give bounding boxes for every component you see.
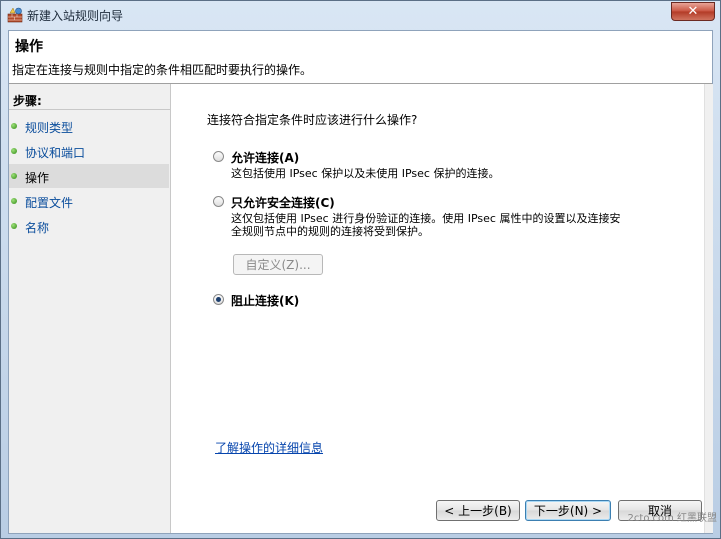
sidebar-item-profile[interactable]: 配置文件 — [9, 189, 169, 213]
steps-sidebar: 步骤: 规则类型 协议和端口 操作 配置文件 名称 — [9, 84, 171, 533]
vertical-scrollbar[interactable] — [704, 84, 713, 533]
step-bullet-icon — [11, 223, 17, 229]
watermark-text: 2cto.com 红黑联盟 — [627, 513, 717, 524]
sidebar-item-label: 名称 — [25, 221, 50, 235]
firewall-icon — [7, 7, 23, 23]
sidebar-item-label: 操作 — [25, 171, 50, 185]
action-question: 连接符合指定条件时应该进行什么操作? — [207, 113, 418, 127]
main-panel: 连接符合指定条件时应该进行什么操作? 允许连接(A) 这包括使用 IPsec 保… — [171, 84, 704, 533]
page-title: 操作 — [15, 39, 43, 55]
wizard-body: 步骤: 规则类型 协议和端口 操作 配置文件 名称 连接符合指定条件时应该进行什… — [9, 84, 713, 533]
next-button[interactable]: 下一步(N) > — [525, 500, 611, 521]
block-connection-radio[interactable] — [213, 294, 224, 305]
step-bullet-icon — [11, 123, 17, 129]
sidebar-item-name[interactable]: 名称 — [9, 214, 169, 238]
step-bullet-icon — [11, 148, 17, 154]
page-description: 指定在连接与规则中指定的条件相匹配时要执行的操作。 — [12, 63, 313, 77]
allow-secure-connection-description-line1: 这仅包括使用 IPsec 进行身份验证的连接。使用 IPsec 属性中的设置以及… — [231, 212, 621, 225]
allow-connection-label[interactable]: 允许连接(A) — [231, 149, 299, 166]
step-bullet-icon — [11, 173, 17, 179]
sidebar-item-label: 规则类型 — [25, 121, 74, 135]
customize-button[interactable]: 自定义(Z)... — [233, 254, 323, 275]
allow-secure-connection-radio[interactable] — [213, 196, 224, 207]
sidebar-item-protocol-ports[interactable]: 协议和端口 — [9, 139, 169, 163]
window-title: 新建入站规则向导 — [27, 9, 124, 23]
close-icon: ✕ — [687, 4, 699, 19]
sidebar-item-label: 协议和端口 — [25, 146, 86, 160]
steps-heading: 步骤: — [13, 94, 42, 108]
block-connection-label[interactable]: 阻止连接(K) — [231, 292, 299, 309]
steps-divider — [9, 109, 170, 110]
step-bullet-icon — [11, 198, 17, 204]
allow-connection-description: 这包括使用 IPsec 保护以及未使用 IPsec 保护的连接。 — [231, 167, 500, 180]
sidebar-item-label: 配置文件 — [25, 196, 74, 210]
sidebar-item-rule-type[interactable]: 规则类型 — [9, 114, 169, 138]
back-button[interactable]: < 上一步(B) — [436, 500, 520, 521]
close-button[interactable]: ✕ — [671, 2, 715, 21]
help-link[interactable]: 了解操作的详细信息 — [215, 439, 323, 456]
sidebar-item-action[interactable]: 操作 — [9, 164, 169, 188]
wizard-window: 新建入站规则向导 ✕ 操作 指定在连接与规则中指定的条件相匹配时要执行的操作。 … — [0, 0, 721, 539]
page-header: 操作 指定在连接与规则中指定的条件相匹配时要执行的操作。 — [9, 31, 712, 84]
allow-connection-radio[interactable] — [213, 151, 224, 162]
allow-secure-connection-label[interactable]: 只允许安全连接(C) — [231, 194, 335, 211]
client-area: 操作 指定在连接与规则中指定的条件相匹配时要执行的操作。 步骤: 规则类型 协议… — [8, 30, 713, 534]
title-bar[interactable]: 新建入站规则向导 ✕ — [1, 1, 720, 29]
allow-secure-connection-description-line2: 全规则节点中的规则的连接将受到保护。 — [231, 225, 429, 238]
